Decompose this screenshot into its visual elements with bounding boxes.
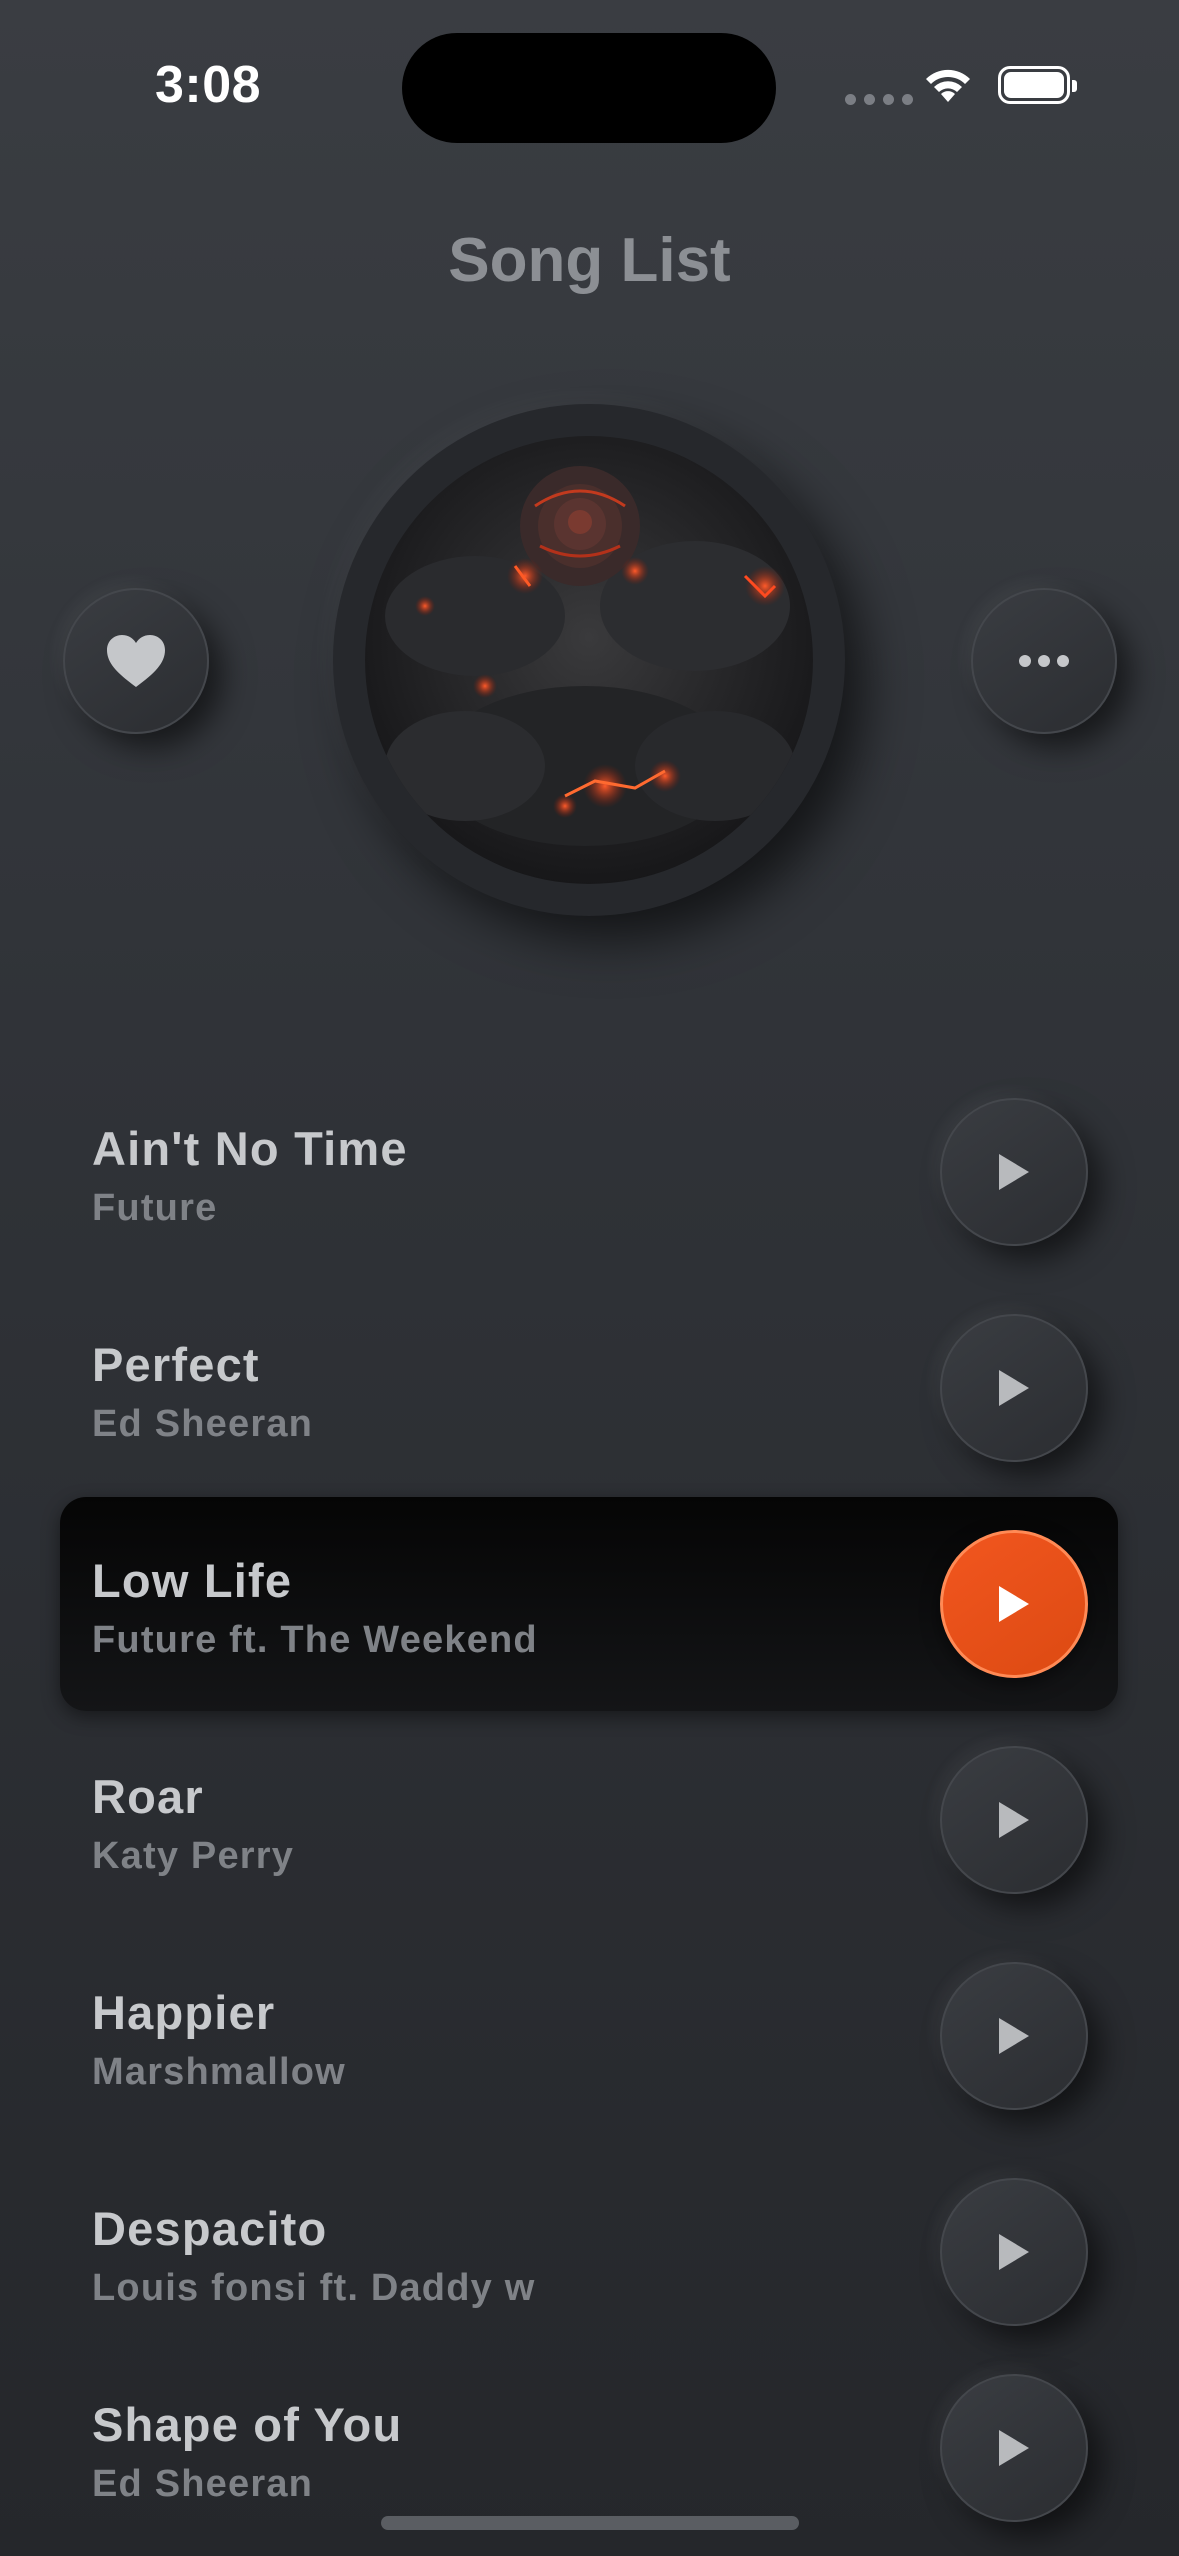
song-row[interactable]: Perfect Ed Sheeran: [60, 1281, 1118, 1495]
album-art-frame: [333, 404, 845, 916]
home-indicator[interactable]: [381, 2516, 799, 2530]
song-artist: Ed Sheeran: [92, 2463, 314, 2505]
play-button[interactable]: [940, 1314, 1088, 1462]
play-icon: [999, 1586, 1029, 1622]
play-icon: [999, 1802, 1029, 1838]
play-icon: [999, 2234, 1029, 2270]
status-time: 3:08: [155, 56, 262, 114]
song-row[interactable]: Roar Katy Perry: [60, 1713, 1118, 1927]
wifi-icon: [922, 64, 974, 109]
page-title: Song List: [448, 226, 731, 295]
play-icon: [999, 2018, 1029, 2054]
more-options-button[interactable]: [971, 588, 1117, 734]
song-artist: Ed Sheeran: [92, 1403, 314, 1445]
play-button-active[interactable]: [940, 1530, 1088, 1678]
song-row[interactable]: Happier Marshmallow: [60, 1929, 1118, 2143]
play-button[interactable]: [940, 2178, 1088, 2326]
heart-icon: [107, 635, 165, 687]
dynamic-island: [402, 33, 776, 143]
song-title: Ain't No Time: [92, 1122, 408, 1175]
play-button[interactable]: [940, 1962, 1088, 2110]
play-icon: [999, 1370, 1029, 1406]
play-icon: [999, 1154, 1029, 1190]
song-title: Low Life: [92, 1554, 293, 1607]
song-artist: Marshmallow: [92, 2051, 346, 2093]
more-horizontal-icon: [1019, 655, 1069, 667]
song-row-active[interactable]: Low Life Future ft. The Weekend: [60, 1497, 1118, 1711]
album-art: [365, 436, 813, 884]
song-title: Roar: [92, 1770, 204, 1823]
status-bar: 3:08: [0, 0, 1179, 180]
battery-icon: [998, 66, 1077, 104]
song-artist: Future: [92, 1187, 218, 1229]
song-row[interactable]: Despacito Louis fonsi ft. Daddy w: [60, 2145, 1118, 2359]
song-row[interactable]: Ain't No Time Future: [60, 1065, 1118, 1279]
song-artist: Katy Perry: [92, 1835, 295, 1877]
play-button[interactable]: [940, 1098, 1088, 1246]
cellular-signal-icon: [845, 94, 913, 105]
play-button[interactable]: [940, 1746, 1088, 1894]
song-artist: Future ft. The Weekend: [92, 1619, 538, 1661]
favorite-button[interactable]: [63, 588, 209, 734]
song-title: Shape of You: [92, 2398, 403, 2451]
song-title: Perfect: [92, 1338, 260, 1391]
play-button[interactable]: [940, 2374, 1088, 2522]
song-artist: Louis fonsi ft. Daddy w: [92, 2267, 536, 2309]
song-title: Despacito: [92, 2202, 328, 2255]
play-icon: [999, 2430, 1029, 2466]
song-title: Happier: [92, 1986, 276, 2039]
